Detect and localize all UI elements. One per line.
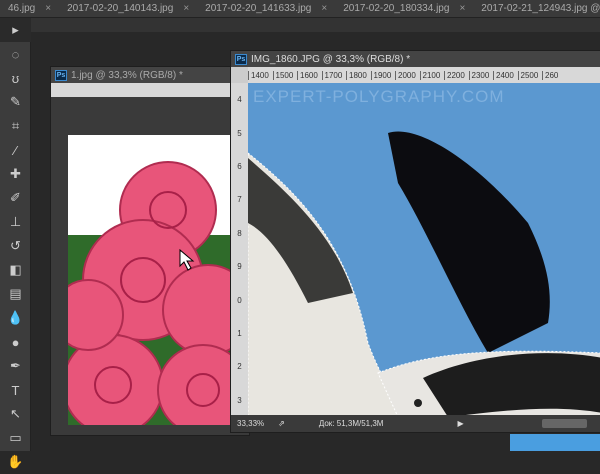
rectangle-icon[interactable]: ▭ xyxy=(0,426,31,450)
ruler-tick-label: 8 xyxy=(237,228,242,238)
ruler-tick-label: 2100 xyxy=(419,70,445,80)
hand-icon[interactable]: ✋ xyxy=(0,450,31,474)
ruler-tick-label: 260 xyxy=(542,70,567,80)
ruler-tick-label: 0 xyxy=(237,295,242,305)
ruler-tick-label: 1400 xyxy=(248,70,273,80)
tab[interactable]: 2017-02-21_124943.jpg @ 100 xyxy=(473,3,600,14)
seagull-image xyxy=(248,131,600,417)
ruler-tick-label: 9 xyxy=(237,262,242,272)
tab-label: 2017-02-20_180334.jpg xyxy=(343,3,450,14)
type-icon[interactable]: T xyxy=(0,378,31,402)
lasso-icon[interactable]: ʊ xyxy=(0,66,31,90)
doc1-title: 1.jpg @ 33,3% (RGB/8) * xyxy=(71,69,183,81)
document-window-1[interactable]: Ps 1.jpg @ 33,3% (RGB/8) * xyxy=(50,66,250,436)
photoshop-icon: Ps xyxy=(235,53,247,65)
doc1-title-bar[interactable]: Ps 1.jpg @ 33,3% (RGB/8) * xyxy=(51,67,249,83)
quick-select-icon[interactable]: ✎ xyxy=(0,90,31,114)
tab-label: 46.jpg xyxy=(8,3,36,14)
photoshop-icon: Ps xyxy=(55,69,67,81)
ruler-tick-label: 6 xyxy=(237,161,242,171)
ruler-tick-label: 2200 xyxy=(444,70,469,80)
path-select-icon[interactable]: ↖ xyxy=(0,402,31,426)
tab-label: 2017-02-20_141633.jpg xyxy=(205,3,312,14)
brush-icon[interactable]: ✐ xyxy=(0,186,31,210)
blur-icon[interactable]: 💧 xyxy=(0,306,31,330)
ruler-corner xyxy=(231,67,248,83)
tab[interactable]: 2017-02-20_180334.jpg × xyxy=(335,3,473,14)
ruler-tick-label: 7 xyxy=(237,195,242,205)
eyedropper-icon[interactable]: ⁄ xyxy=(0,138,31,162)
status-menu-arrow[interactable]: ▶ xyxy=(457,419,463,428)
eraser-icon[interactable]: ◧ xyxy=(0,258,31,282)
ruler-tick-label: 2 xyxy=(237,362,242,372)
stamp-icon[interactable]: ⊥ xyxy=(0,210,31,234)
close-icon[interactable]: × xyxy=(183,3,189,14)
document-size: Док: 51,3M/51,3M xyxy=(318,419,384,428)
document-tabs: 46.jpg × 2017-02-20_140143.jpg × 2017-02-20_… xyxy=(0,0,600,18)
tab[interactable]: 2017-02-20_140143.jpg × xyxy=(59,3,197,14)
background-window-edge xyxy=(510,434,600,451)
ruler-tick-label: 4 xyxy=(237,95,242,105)
marquee-icon[interactable]: ◌ xyxy=(0,42,31,66)
tab[interactable]: 46.jpg × xyxy=(0,3,59,14)
close-icon[interactable]: × xyxy=(321,3,327,14)
ruler-tick-label: 2400 xyxy=(493,70,518,80)
ruler-tick-label: 3 xyxy=(237,395,242,405)
vertical-ruler: 4 5 6 7 8 9 0 1 2 3 xyxy=(231,83,248,417)
doc2-title-bar[interactable]: Ps IMG_1860.JPG @ 33,3% (RGB/8) * xyxy=(231,51,600,67)
ruler-tick-label: 1700 xyxy=(321,70,347,80)
horizontal-ruler: 1400 1500 1600 1700 1800 1900 2000 2100 2200 2300… xyxy=(248,67,600,83)
document-window-2[interactable]: Ps IMG_1860.JPG @ 33,3% (RGB/8) * 1400 150… xyxy=(230,50,600,433)
ruler-tick-label: 2300 xyxy=(468,70,494,80)
status-bar: 33,33% ⇗ Док: 51,3M/51,3M ▶ xyxy=(231,415,600,432)
history-brush-icon[interactable]: ↺ xyxy=(0,234,31,258)
doc2-title: IMG_1860.JPG @ 33,3% (RGB/8) * xyxy=(251,53,411,65)
move-icon[interactable]: ▸ xyxy=(0,18,31,42)
close-icon[interactable]: × xyxy=(459,3,465,14)
zoom-level[interactable]: 33,33% xyxy=(237,419,264,428)
watermark: EXPERT-POLYGRAPHY.COM xyxy=(253,87,505,106)
ruler-tick-label: 2500 xyxy=(517,70,543,80)
export-icon[interactable]: ⇗ xyxy=(278,419,285,428)
tab-label: 2017-02-20_140143.jpg xyxy=(67,3,174,14)
crop-icon[interactable]: ⌗ xyxy=(0,114,31,138)
close-icon[interactable]: × xyxy=(45,3,51,14)
tab[interactable]: 2017-02-20_141633.jpg × xyxy=(197,3,335,14)
roses-image xyxy=(68,161,250,425)
ruler-tick-label: 5 xyxy=(237,128,242,138)
dodge-icon[interactable]: ● xyxy=(0,330,31,354)
horizontal-scrollbar[interactable] xyxy=(542,419,587,428)
tab-label: 2017-02-21_124943.jpg @ 100 xyxy=(481,3,600,14)
ruler-tick-label: 1 xyxy=(237,328,242,338)
tools-panel: ▸ ◌ ʊ ✎ ⌗ ⁄ ✚ ✐ ⊥ ↺ ◧ ▤ 💧 ● ✒ T ↖ ▭ ✋ xyxy=(0,18,31,469)
ruler-tick-label: 1600 xyxy=(297,70,322,80)
options-strip xyxy=(31,18,600,32)
ruler-tick-label: 1500 xyxy=(272,70,298,80)
ruler-tick-label: 1900 xyxy=(370,70,396,80)
doc1-canvas[interactable] xyxy=(68,135,250,425)
ruler-tick-label: 2000 xyxy=(395,70,420,80)
doc1-ruler xyxy=(51,83,249,97)
doc2-canvas[interactable]: EXPERT-POLYGRAPHY.COM xyxy=(248,83,600,417)
ruler-tick-label: 1800 xyxy=(346,70,371,80)
gradient-icon[interactable]: ▤ xyxy=(0,282,31,306)
pen-icon[interactable]: ✒ xyxy=(0,354,31,378)
healing-brush-icon[interactable]: ✚ xyxy=(0,162,31,186)
